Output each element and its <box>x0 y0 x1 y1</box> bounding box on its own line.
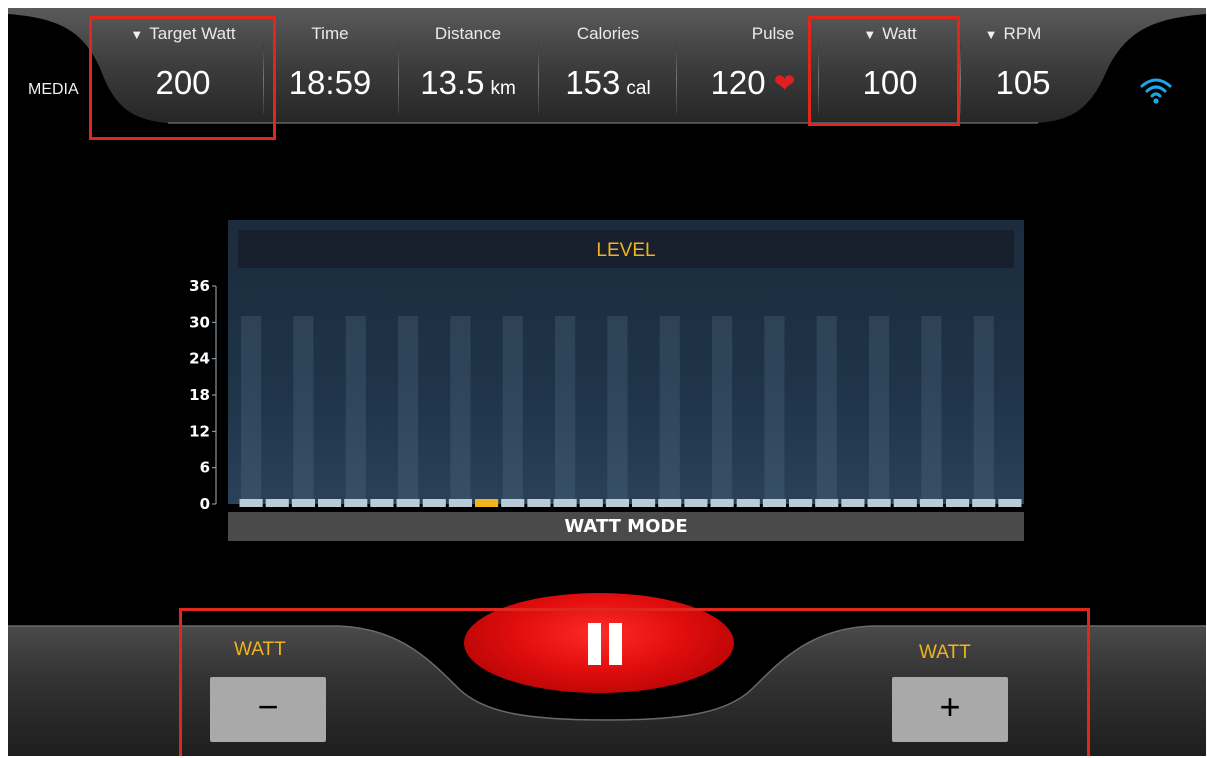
level-segment <box>789 499 813 507</box>
distance-label: Distance <box>434 24 502 43</box>
level-segment <box>370 499 394 507</box>
level-segment <box>658 499 682 507</box>
target-watt-highlight <box>89 16 276 140</box>
level-segment <box>998 499 1022 507</box>
chart-column-bg <box>607 316 628 504</box>
level-segment <box>762 499 786 507</box>
distance-stat: Distance 13.5 km <box>403 8 533 128</box>
chart-column-bg <box>869 316 890 504</box>
level-segment <box>972 499 996 507</box>
level-segment <box>605 499 629 507</box>
chart-column-bg <box>973 316 994 504</box>
level-segment <box>893 499 917 507</box>
level-segment <box>632 499 656 507</box>
distance-unit: km <box>490 78 516 99</box>
y-tick-label: 0 <box>200 495 210 513</box>
chart-column-bg <box>764 316 785 504</box>
chart-column-bg <box>345 316 366 504</box>
level-segment <box>815 499 839 507</box>
controls-highlight <box>179 608 1090 756</box>
time-stat: Time 18:59 <box>270 8 390 128</box>
chart-column-bg <box>659 316 680 504</box>
console-screen: MEDIA ▼ Target Watt 200 Time 18:59 Distan… <box>8 8 1206 756</box>
level-segment <box>919 499 943 507</box>
chart-column-bg <box>241 316 262 504</box>
level-segment <box>291 499 315 507</box>
level-segment <box>841 499 865 507</box>
level-segment-current <box>475 499 499 507</box>
rpm-label: RPM <box>1003 24 1042 43</box>
chart-column-bg <box>555 316 576 504</box>
time-label: Time <box>311 24 349 43</box>
y-tick-label: 30 <box>189 313 210 331</box>
level-chart: 0 6 12 18 24 30 36 <box>189 277 1022 513</box>
heart-icon: ❤ <box>773 68 796 98</box>
level-title: LEVEL <box>596 240 656 261</box>
level-segment <box>239 499 263 507</box>
level-segment <box>579 499 603 507</box>
time-value: 18:59 <box>288 64 372 101</box>
level-segment <box>344 499 368 507</box>
calories-stat: Calories 153 cal <box>543 8 673 128</box>
y-tick-label: 24 <box>189 350 210 368</box>
wifi-icon[interactable] <box>1139 76 1173 104</box>
rpm-stat[interactable]: ▼ RPM 105 <box>958 8 1068 128</box>
level-segment <box>946 499 970 507</box>
chart-column-bg <box>502 316 523 504</box>
level-segment <box>710 499 734 507</box>
rpm-value: 105 <box>995 64 1051 101</box>
level-segment <box>396 499 420 507</box>
chart-column-bg <box>921 316 942 504</box>
y-tick-label: 18 <box>189 386 210 404</box>
watt-highlight <box>808 16 960 126</box>
level-segment <box>422 499 446 507</box>
level-segment <box>448 499 472 507</box>
divider <box>538 44 539 114</box>
divider <box>398 44 399 114</box>
mode-title: WATT MODE <box>564 516 688 537</box>
level-segment <box>553 499 577 507</box>
distance-value: 13.5 <box>420 64 485 101</box>
level-segment <box>684 499 708 507</box>
level-segment <box>867 499 891 507</box>
divider <box>676 44 677 114</box>
media-label[interactable]: MEDIA <box>28 81 79 99</box>
chart-column-bg <box>398 316 419 504</box>
pulse-stat: Pulse 120 ❤ <box>688 8 818 128</box>
level-segment <box>501 499 525 507</box>
level-segment <box>736 499 760 507</box>
triangle-down-icon: ▼ <box>984 27 998 42</box>
level-segment <box>318 499 342 507</box>
level-segment <box>265 499 289 507</box>
chart-column-bg <box>450 316 471 504</box>
calories-unit: cal <box>626 78 651 99</box>
calories-value: 153 <box>565 64 621 101</box>
chart-column-bg <box>293 316 314 504</box>
pulse-value: 120 <box>710 64 766 101</box>
chart-column-bg <box>712 316 733 504</box>
y-tick-label: 6 <box>200 459 210 477</box>
pulse-label: Pulse <box>751 24 795 43</box>
y-tick-label: 12 <box>189 422 210 440</box>
y-tick-label: 36 <box>189 277 210 295</box>
chart-column-bg <box>816 316 837 504</box>
level-segment <box>527 499 551 507</box>
calories-label: Calories <box>576 24 640 43</box>
